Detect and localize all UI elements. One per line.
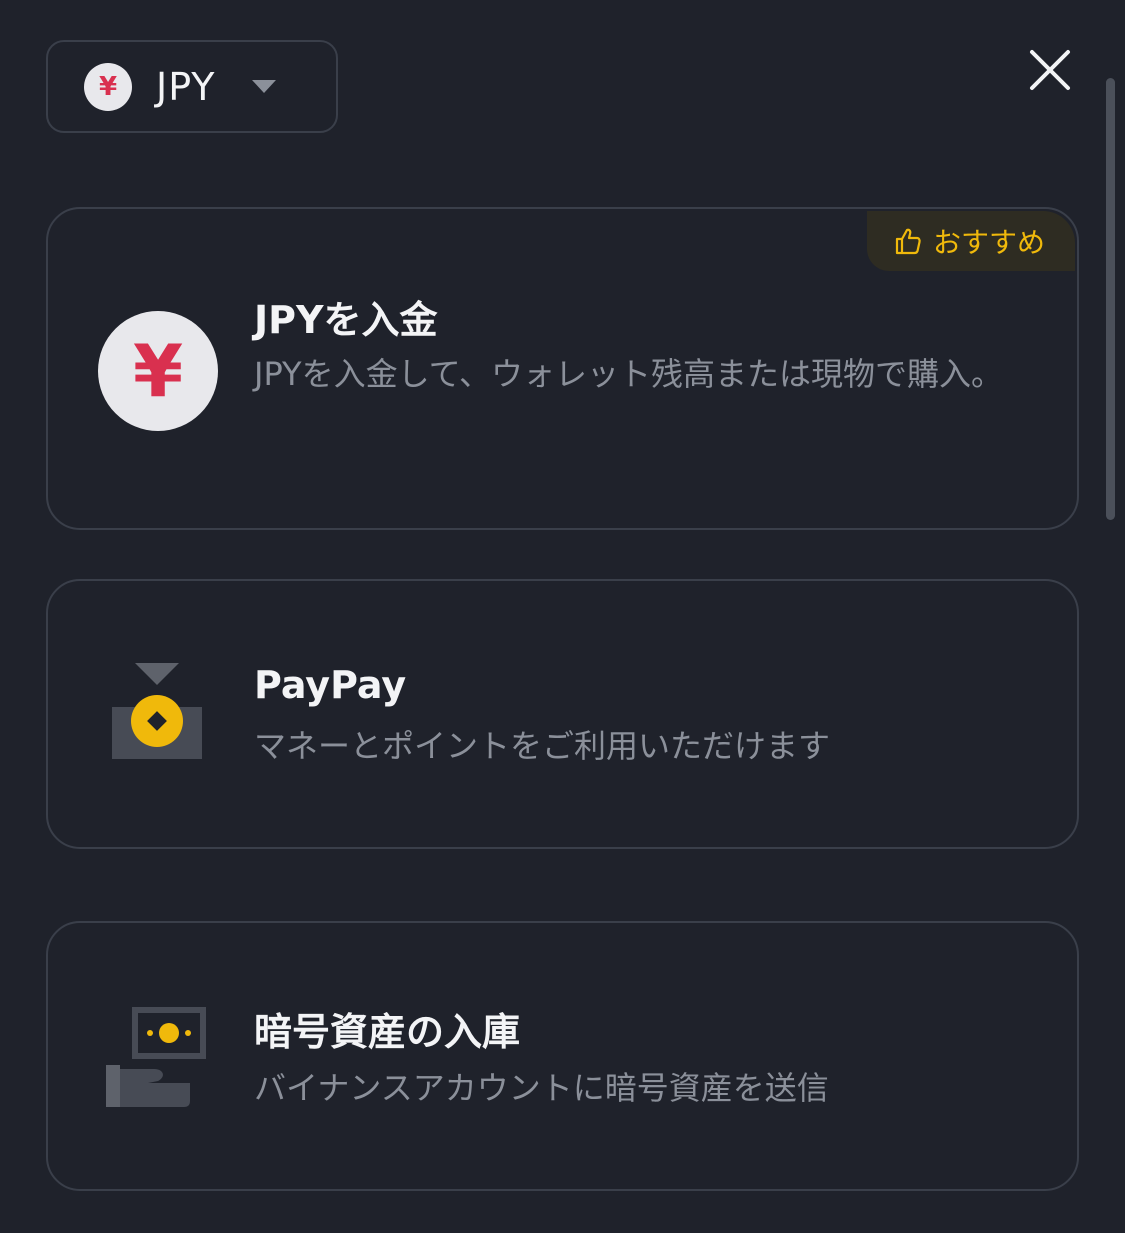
option-crypto-deposit[interactable]: 暗号資産の入庫 バイナンスアカウントに暗号資産を送信	[46, 921, 1079, 1191]
recommended-badge: おすすめ	[867, 211, 1075, 271]
crypto-deposit-icon	[106, 1007, 206, 1107]
option-title: JPYを入金	[254, 298, 438, 342]
scrollbar[interactable]	[1106, 78, 1115, 520]
chevron-down-icon	[251, 80, 276, 93]
close-button[interactable]	[1026, 46, 1074, 94]
option-description: JPYを入金して、ウォレット残高または現物で購入。	[254, 355, 1004, 393]
badge-label: おすすめ	[933, 226, 1046, 259]
option-paypay[interactable]: PayPay マネーとポイントをご利用いただけます	[46, 579, 1079, 849]
close-icon	[1030, 50, 1070, 90]
option-jpy-deposit[interactable]: おすすめ ¥ JPYを入金 JPYを入金して、ウォレット残高または現物で購入。	[46, 207, 1079, 530]
yen-coin-icon: ¥	[84, 62, 132, 111]
currency-selector[interactable]: ¥ JPY	[46, 40, 338, 133]
option-description: マネーとポイントをご利用いただけます	[254, 727, 831, 765]
deposit-sheet: ¥ JPY おすすめ ¥ JPYを入金 JPYを入金して、ウォレット残高または現…	[0, 0, 1125, 1233]
thumbs-up-icon	[895, 228, 921, 255]
option-title: 暗号資産の入庫	[254, 1010, 521, 1054]
option-title: PayPay	[254, 663, 407, 707]
option-description: バイナンスアカウントに暗号資産を送信	[254, 1069, 829, 1107]
currency-code: JPY	[156, 64, 216, 109]
paypay-icon	[112, 663, 202, 759]
yen-coin-icon: ¥	[98, 311, 218, 431]
